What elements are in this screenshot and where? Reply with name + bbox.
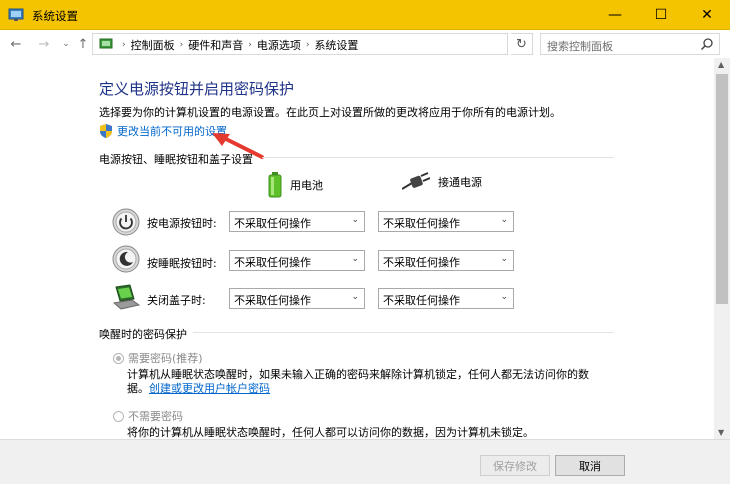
main-content: 定义电源按钮并启用密码保护 选择要为你的计算机设置的电源设置。在此页上对设置所做… xyxy=(0,58,714,439)
power-plug-icon xyxy=(402,172,430,190)
title-bar: 系统设置 — ☐ ✕ xyxy=(0,0,730,30)
chevron-down-icon: ⌄ xyxy=(351,254,359,264)
minimize-button[interactable]: — xyxy=(592,0,638,30)
chevron-down-icon: ⌄ xyxy=(500,254,508,264)
create-change-password-link[interactable]: 创建或更改用户帐户密码 xyxy=(149,380,270,396)
vertical-scrollbar[interactable]: ▲ ▼ xyxy=(714,58,730,439)
breadcrumb: › 控制面板 › 硬件和声音 › 电源选项 › 系统设置 xyxy=(117,37,358,53)
back-arrow-icon[interactable]: ← xyxy=(6,34,26,54)
breadcrumb-item[interactable]: 系统设置 xyxy=(314,37,358,53)
scroll-down-icon[interactable]: ▼ xyxy=(718,428,724,437)
cancel-button[interactable]: 取消 xyxy=(555,455,625,476)
scroll-up-icon[interactable]: ▲ xyxy=(718,60,724,69)
sleep-button-label: 按睡眠按钮时: xyxy=(147,257,217,270)
require-password-radio[interactable]: 需要密码(推荐) xyxy=(113,350,203,366)
power-button-battery-select[interactable]: 不采取任何操作 ⌄ xyxy=(229,211,365,232)
battery-icon xyxy=(268,172,282,198)
control-panel-icon xyxy=(8,8,24,21)
power-button-icon xyxy=(112,208,140,236)
select-value: 不采取任何操作 xyxy=(383,256,460,269)
control-panel-icon xyxy=(99,38,113,49)
change-settings-link[interactable]: 更改当前不可用的设置 xyxy=(99,123,227,139)
lid-close-plugged-select[interactable]: 不采取任何操作 ⌄ xyxy=(378,288,514,309)
breadcrumb-separator-icon[interactable]: › xyxy=(306,40,310,50)
breadcrumb-item[interactable]: 电源选项 xyxy=(257,37,301,53)
maximize-button[interactable]: ☐ xyxy=(638,0,684,30)
lid-close-label: 关闭盖子时: xyxy=(147,294,206,307)
search-input[interactable]: 搜索控制面板 xyxy=(540,33,720,55)
select-value: 不采取任何操作 xyxy=(234,256,311,269)
breadcrumb-separator-icon[interactable]: › xyxy=(248,40,252,50)
page-title: 定义电源按钮并启用密码保护 xyxy=(99,80,295,98)
plugged-in-column-label: 接通电源 xyxy=(438,176,482,189)
radio-button[interactable] xyxy=(113,352,124,364)
up-arrow-icon[interactable]: ↑ xyxy=(73,34,93,54)
breadcrumb-separator-icon: › xyxy=(122,40,126,50)
power-button-label: 按电源按钮时: xyxy=(147,217,217,230)
power-button-plugged-select[interactable]: 不采取任何操作 ⌄ xyxy=(378,211,514,232)
select-value: 不采取任何操作 xyxy=(234,217,311,230)
intro-text: 选择要为你的计算机设置的电源设置。在此页上对设置所做的更改将应用于你所有的电源计… xyxy=(99,106,561,119)
address-bar[interactable]: › 控制面板 › 硬件和声音 › 电源选项 › 系统设置 ⌄ xyxy=(92,33,593,55)
refresh-icon[interactable]: ↻ xyxy=(511,33,533,55)
footer-bar: 保存修改 取消 xyxy=(0,439,730,484)
chevron-down-icon: ⌄ xyxy=(500,292,508,302)
save-changes-button[interactable]: 保存修改 xyxy=(480,455,550,476)
uac-shield-icon xyxy=(100,124,112,138)
select-value: 不采取任何操作 xyxy=(234,294,311,307)
plugged-in-column-header: 接通电源 xyxy=(402,172,482,192)
navigation-bar: ← → ⌄ ↑ › 控制面板 › 硬件和声音 › 电源选项 › 系统设置 ⌄ ↻… xyxy=(0,30,730,58)
lid-close-battery-select[interactable]: 不采取任何操作 ⌄ xyxy=(229,288,365,309)
select-value: 不采取任何操作 xyxy=(383,217,460,230)
no-password-radio[interactable]: 不需要密码 xyxy=(113,408,183,424)
require-password-label: 需要密码(推荐) xyxy=(128,352,203,365)
window-title: 系统设置 xyxy=(32,9,78,23)
sleep-button-icon xyxy=(112,245,140,273)
laptop-lid-icon xyxy=(112,284,140,310)
close-button[interactable]: ✕ xyxy=(684,0,730,30)
no-password-description: 将你的计算机从睡眠状态唤醒时，任何人都可以访问你的数据，因为计算机未锁定。 xyxy=(127,426,534,439)
search-icon[interactable] xyxy=(700,37,714,51)
sleep-button-plugged-select[interactable]: 不采取任何操作 ⌄ xyxy=(378,250,514,271)
power-section-heading: 电源按钮、睡眠按钮和盖子设置 xyxy=(99,153,253,166)
search-placeholder: 搜索控制面板 xyxy=(547,40,613,53)
breadcrumb-item[interactable]: 控制面板 xyxy=(131,37,175,53)
divider xyxy=(262,157,614,158)
forward-arrow-icon[interactable]: → xyxy=(34,34,54,54)
divider xyxy=(193,332,614,333)
chevron-down-icon: ⌄ xyxy=(351,215,359,225)
radio-button[interactable] xyxy=(113,410,124,422)
battery-column-header: 用电池 xyxy=(268,172,323,198)
scrollbar-thumb[interactable] xyxy=(716,74,728,304)
wake-section-heading: 唤醒时的密码保护 xyxy=(99,328,187,341)
chevron-down-icon: ⌄ xyxy=(500,215,508,225)
battery-column-label: 用电池 xyxy=(290,179,323,192)
breadcrumb-separator-icon[interactable]: › xyxy=(180,40,184,50)
no-password-label: 不需要密码 xyxy=(128,410,183,423)
require-password-description-cont: 据。 xyxy=(127,382,149,395)
breadcrumb-item[interactable]: 硬件和声音 xyxy=(188,37,243,53)
select-value: 不采取任何操作 xyxy=(383,294,460,307)
sleep-button-battery-select[interactable]: 不采取任何操作 ⌄ xyxy=(229,250,365,271)
chevron-down-icon: ⌄ xyxy=(351,292,359,302)
